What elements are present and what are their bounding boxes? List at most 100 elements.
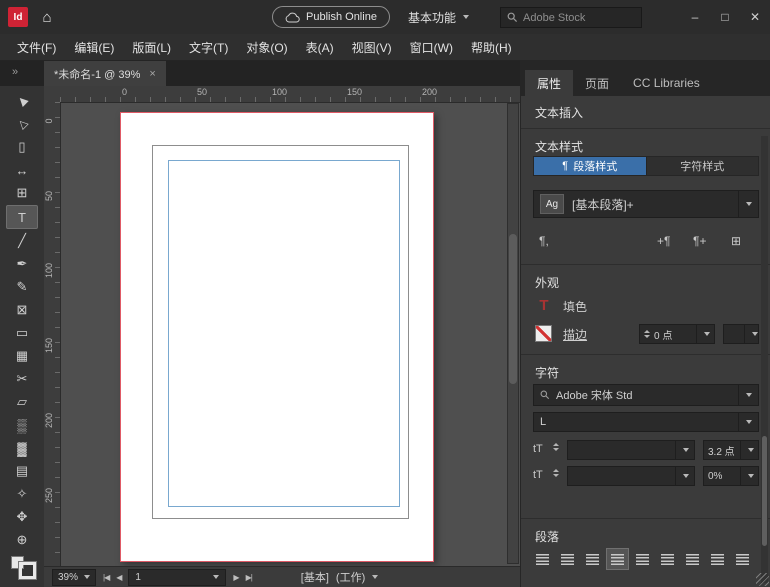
workspace-switcher[interactable]: 基本功能: [408, 6, 469, 28]
create-style-icon[interactable]: +¶: [657, 234, 670, 248]
resize-grip-icon[interactable]: [756, 573, 769, 586]
menu-item[interactable]: 文字(T): [180, 39, 237, 56]
align-right-button[interactable]: [581, 548, 604, 570]
font-style-combo[interactable]: L: [533, 412, 759, 432]
rectangle-frame-tool[interactable]: ⊠: [7, 299, 37, 321]
justify-last-right-button[interactable]: [656, 548, 679, 570]
gap-tool[interactable]: ↔: [7, 159, 37, 181]
type-tool[interactable]: T: [6, 205, 38, 229]
font-size-combo[interactable]: [567, 440, 695, 460]
align-towards-spine-button[interactable]: [706, 548, 729, 570]
ruler-origin[interactable]: [44, 86, 61, 103]
text-frame[interactable]: [168, 160, 400, 507]
stock-search-input[interactable]: Adobe Stock: [500, 7, 642, 28]
pen-tool[interactable]: ✒: [7, 253, 37, 275]
fill-color-swatch[interactable]: T: [535, 296, 553, 314]
fill-stroke-swatches[interactable]: [7, 556, 37, 574]
direct-selection-tool[interactable]: ▷: [7, 113, 37, 135]
selection-tool[interactable]: ▶: [7, 90, 37, 112]
rectangle-tool[interactable]: ▭: [7, 322, 37, 344]
stroke-row: 描边 0 点: [521, 324, 770, 346]
kerning-combo[interactable]: [567, 466, 695, 486]
canvas-vertical-scrollbar[interactable]: [507, 103, 519, 564]
stroke-color-swatch[interactable]: [535, 325, 552, 342]
publish-online-button[interactable]: Publish Online: [272, 6, 390, 28]
first-page-button[interactable]: |◀: [103, 573, 109, 582]
paragraph-style-combo[interactable]: Ag [基本段落]+: [533, 190, 759, 218]
app-logo[interactable]: Id: [8, 7, 28, 27]
tab-pages[interactable]: 页面: [573, 70, 621, 96]
display-performance[interactable]: [基本]: [301, 569, 329, 585]
style-options-icon[interactable]: ⊞: [731, 234, 741, 248]
tracking-combo[interactable]: 0%: [703, 466, 759, 486]
menu-item[interactable]: 帮助(H): [462, 39, 521, 56]
zoom-level-combo[interactable]: 39%: [52, 569, 96, 586]
justify-last-left-button[interactable]: [606, 548, 629, 570]
hand-tool[interactable]: ✥: [7, 506, 37, 528]
maximize-button[interactable]: □: [710, 0, 740, 34]
menu-item[interactable]: 版面(L): [123, 39, 180, 56]
scrollbar-thumb[interactable]: [762, 436, 767, 546]
leading-combo[interactable]: 3.2 点: [703, 440, 759, 460]
note-tool[interactable]: ▤: [7, 460, 37, 482]
stroke-label[interactable]: 描边: [563, 326, 587, 343]
collapse-tools-icon[interactable]: »: [12, 66, 18, 78]
line-tool[interactable]: ╱: [7, 230, 37, 252]
character-styles-tab[interactable]: 字符样式: [646, 157, 759, 175]
menu-item[interactable]: 对象(O): [237, 39, 296, 56]
gradient-feather-tool[interactable]: ▓: [7, 437, 37, 459]
vertical-ruler[interactable]: 050100150200250: [44, 102, 61, 566]
tab-cc-libraries[interactable]: CC Libraries: [621, 70, 712, 96]
page-number: 1: [135, 572, 141, 583]
eyedropper-tool[interactable]: ✧: [7, 483, 37, 505]
close-tab-icon[interactable]: ×: [149, 68, 155, 80]
stroke-weight-stepper[interactable]: 0 点: [639, 324, 715, 344]
previous-page-button[interactable]: ◀: [116, 573, 121, 582]
menu-item[interactable]: 表(A): [297, 39, 343, 56]
fill-label[interactable]: 填色: [563, 298, 587, 315]
stepper-arrows-icon[interactable]: [644, 330, 650, 338]
scissors-tool[interactable]: ✂: [7, 368, 37, 390]
minimize-button[interactable]: –: [680, 0, 710, 34]
page-tool[interactable]: ▯: [7, 136, 37, 158]
stepper-arrows-icon[interactable]: [553, 443, 559, 451]
content-collector-tool[interactable]: ⊞: [7, 182, 37, 204]
menu-item[interactable]: 视图(V): [343, 39, 401, 56]
font-family-combo[interactable]: Adobe 宋体 Std: [533, 384, 759, 406]
zoom-tool[interactable]: ⊕: [7, 529, 37, 551]
menu-item[interactable]: 编辑(E): [65, 39, 123, 56]
document-tab[interactable]: *未命名-1 @ 39% ×: [44, 61, 166, 86]
document-page[interactable]: [120, 112, 434, 562]
last-page-button[interactable]: ▶|: [246, 573, 252, 582]
align-left-button[interactable]: [531, 548, 554, 570]
workspace-indicator[interactable]: (工作): [336, 569, 365, 585]
page-number-combo[interactable]: 1: [128, 569, 226, 586]
paragraph-styles-tab[interactable]: ¶ 段落样式: [534, 157, 646, 175]
frame-grid-tool[interactable]: ▦: [7, 345, 37, 367]
align-away-spine-button[interactable]: [731, 548, 754, 570]
panel-tab-bar: 属性页面CC Libraries: [521, 60, 770, 96]
redefine-style-icon[interactable]: ¶+: [693, 234, 706, 248]
align-center-button[interactable]: [556, 548, 579, 570]
paragraph-formatting-icon[interactable]: ¶,: [539, 234, 549, 248]
ruler-label: 200: [44, 414, 54, 428]
free-transform-tool[interactable]: ▱: [7, 391, 37, 413]
pencil-tool[interactable]: ✎: [7, 276, 37, 298]
stroke-swatch[interactable]: [19, 562, 36, 579]
stroke-type-dropdown[interactable]: [723, 324, 759, 344]
next-page-button[interactable]: ▶: [233, 573, 238, 582]
tab-properties[interactable]: 属性: [525, 70, 573, 96]
justify-last-center-button[interactable]: [631, 548, 654, 570]
gradient-swatch-tool[interactable]: ▒: [7, 414, 37, 436]
stepper-arrows-icon[interactable]: [553, 469, 559, 477]
justify-all-button[interactable]: [681, 548, 704, 570]
close-button[interactable]: ✕: [740, 0, 770, 34]
menu-item[interactable]: 窗口(W): [401, 39, 462, 56]
panel-scrollbar[interactable]: [761, 136, 768, 583]
document-canvas[interactable]: 050100150200 050100150200250: [44, 86, 520, 566]
menu-item[interactable]: 文件(F): [8, 39, 65, 56]
home-icon[interactable]: ⌂: [36, 6, 58, 28]
horizontal-ruler[interactable]: 050100150200: [60, 86, 520, 103]
chevron-down-icon: [372, 575, 378, 579]
scrollbar-thumb[interactable]: [509, 234, 517, 384]
